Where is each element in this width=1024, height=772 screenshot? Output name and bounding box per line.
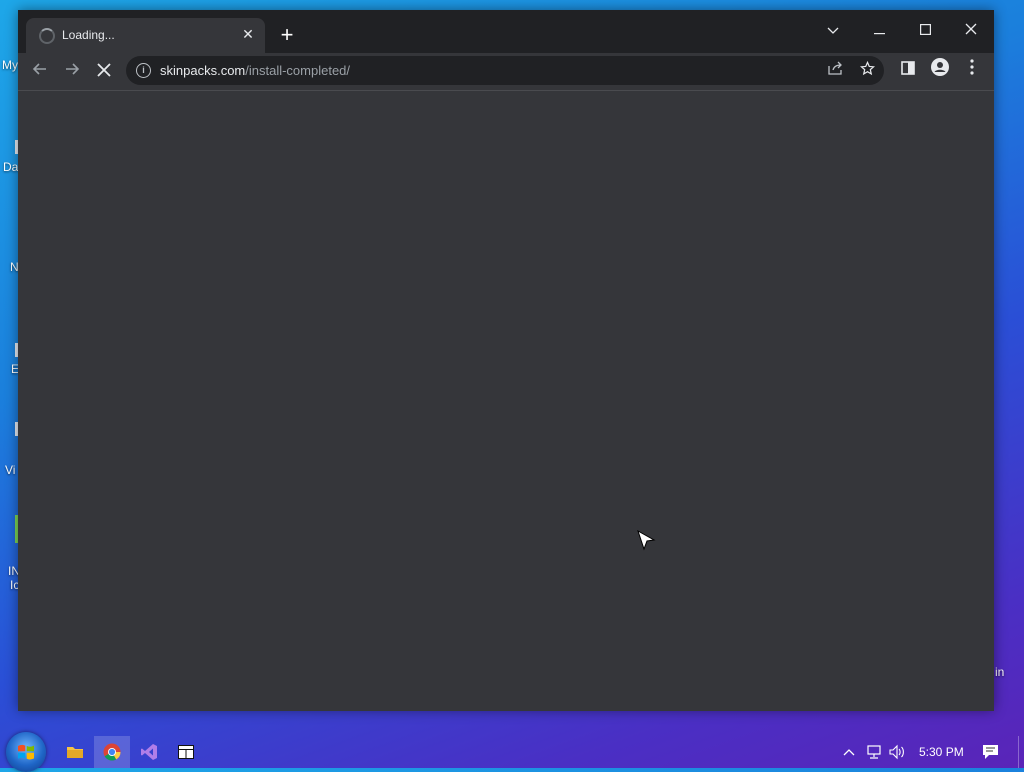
taskbar-file-explorer[interactable] — [57, 736, 93, 768]
taskbar: 5:30 PM — [0, 732, 1024, 772]
minimize-icon — [873, 33, 885, 35]
back-button[interactable] — [26, 57, 54, 85]
tab-close-button[interactable]: ✕ — [240, 26, 256, 42]
browser-window: Loading... ✕ + i skinpacks.com/install-c… — [18, 10, 994, 711]
desktop-icon-label-right[interactable]: in — [995, 665, 1004, 679]
maximize-icon — [919, 24, 931, 36]
chevron-up-icon — [843, 749, 855, 756]
side-panel-button[interactable] — [895, 58, 921, 84]
share-icon — [828, 61, 842, 75]
stop-loading-button[interactable] — [90, 57, 118, 85]
desktop-icon-label-my[interactable]: My — [2, 58, 18, 72]
taskbar-chrome[interactable] — [94, 736, 130, 768]
close-window-button[interactable] — [948, 15, 994, 45]
start-button[interactable] — [6, 732, 46, 772]
forward-button[interactable] — [58, 57, 86, 85]
tab-title: Loading... — [62, 28, 115, 42]
window-app-icon — [178, 745, 194, 759]
minimize-button[interactable] — [856, 15, 902, 45]
tray-overflow-button[interactable] — [843, 745, 855, 759]
desktop-icon-label-da[interactable]: Da — [3, 160, 18, 174]
arrow-right-icon — [66, 63, 80, 75]
close-icon — [965, 23, 977, 35]
desktop-icon-label-vi[interactable]: Vi — [5, 463, 15, 477]
loading-spinner-icon — [39, 28, 55, 44]
windows-logo-icon — [18, 744, 34, 760]
star-icon — [859, 60, 875, 76]
show-desktop-button[interactable] — [1018, 736, 1024, 768]
visual-studio-icon — [141, 744, 157, 760]
taskbar-app-window[interactable] — [168, 736, 204, 768]
bookmark-button[interactable] — [857, 60, 877, 81]
site-info-icon[interactable]: i — [136, 63, 151, 78]
tab-search-button[interactable] — [810, 15, 856, 45]
more-vert-icon — [970, 59, 974, 75]
address-bar[interactable]: i skinpacks.com/install-completed/ — [126, 56, 884, 85]
maximize-button[interactable] — [902, 15, 948, 45]
browser-toolbar: i skinpacks.com/install-completed/ — [18, 53, 994, 90]
page-content[interactable] — [18, 90, 994, 711]
network-icon — [867, 745, 881, 759]
arrow-left-icon — [32, 63, 46, 75]
new-tab-button[interactable]: + — [276, 24, 298, 46]
side-panel-icon — [901, 61, 915, 75]
network-button[interactable] — [866, 744, 882, 763]
speaker-icon — [889, 744, 904, 760]
share-button[interactable] — [826, 61, 846, 81]
title-bar[interactable]: Loading... ✕ + — [18, 10, 994, 53]
action-center-button[interactable] — [982, 744, 999, 763]
stop-icon — [97, 63, 111, 77]
menu-button[interactable] — [959, 58, 985, 84]
chrome-icon — [103, 743, 121, 761]
url-host: skinpacks.com — [160, 63, 246, 78]
tab-loading[interactable]: Loading... ✕ — [26, 18, 265, 53]
profile-button[interactable] — [927, 58, 953, 84]
address-bar-url[interactable]: skinpacks.com/install-completed/ — [160, 63, 350, 78]
folder-icon — [67, 747, 83, 758]
clock[interactable]: 5:30 PM — [919, 745, 964, 759]
mouse-cursor-icon — [637, 530, 656, 551]
url-path: /install-completed/ — [245, 63, 351, 78]
profile-icon — [931, 58, 949, 76]
volume-button[interactable] — [889, 744, 906, 763]
notification-icon — [983, 745, 998, 759]
chevron-down-icon — [827, 27, 839, 34]
taskbar-visual-studio[interactable] — [131, 736, 167, 768]
